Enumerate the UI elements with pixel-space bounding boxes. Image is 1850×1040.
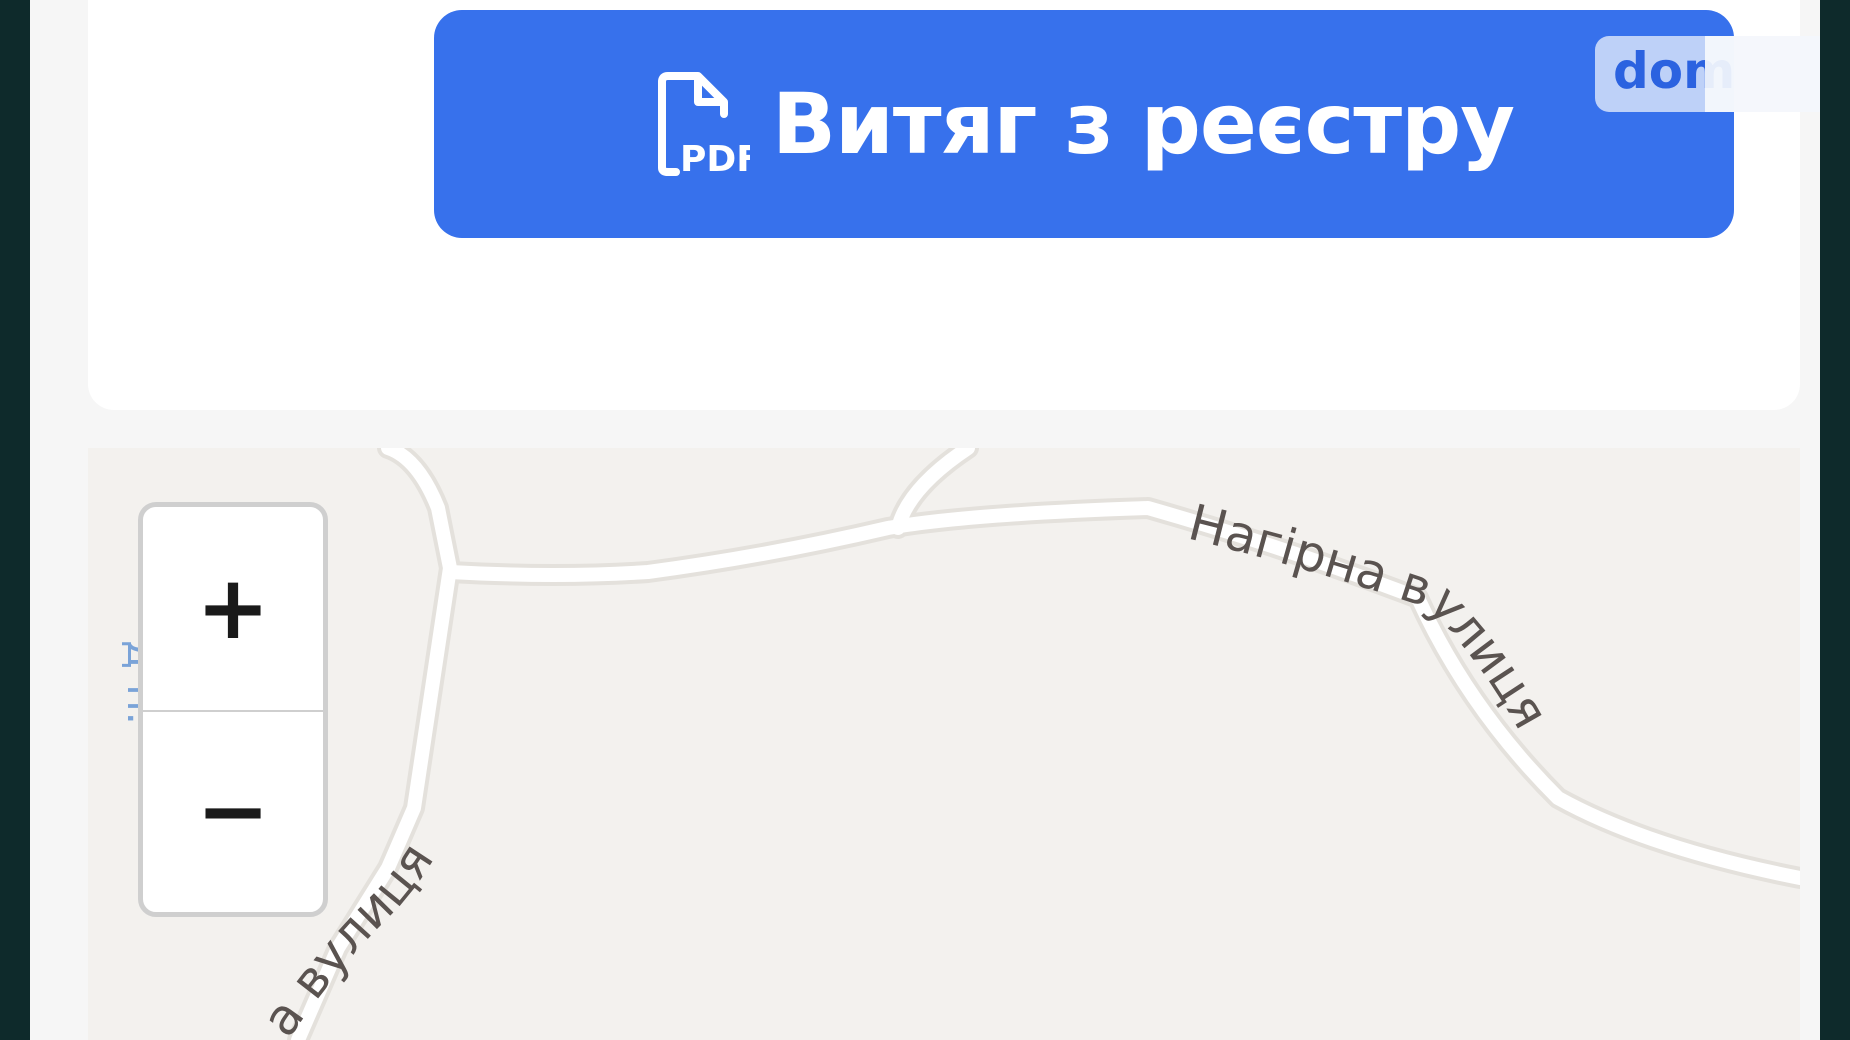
pdf-file-icon: PDF xyxy=(658,72,750,176)
zoom-in-button[interactable]: + xyxy=(143,507,323,710)
app-frame: PDF Витяг з реєстру dom Нагірна вулиця а… xyxy=(30,0,1820,1040)
zoom-divider xyxy=(143,709,323,712)
map-roads: Нагірна вулиця а вулиця —д-н. xyxy=(118,448,1800,1040)
zoom-out-button[interactable]: − xyxy=(143,710,323,913)
registry-extract-button[interactable]: PDF Витяг з реєстру xyxy=(434,10,1734,238)
zoom-control: + − xyxy=(138,502,328,917)
registry-button-label: Витяг з реєстру xyxy=(772,75,1515,173)
map-view[interactable]: Нагірна вулиця а вулиця —д-н. + − xyxy=(88,448,1800,1040)
pdf-icon-text: PDF xyxy=(680,139,750,176)
site-watermark: dom xyxy=(1595,36,1820,112)
info-card: PDF Витяг з реєстру xyxy=(88,0,1800,410)
watermark-fade xyxy=(1705,36,1820,112)
street-label-nahirna: Нагірна вулиця xyxy=(1183,493,1560,738)
